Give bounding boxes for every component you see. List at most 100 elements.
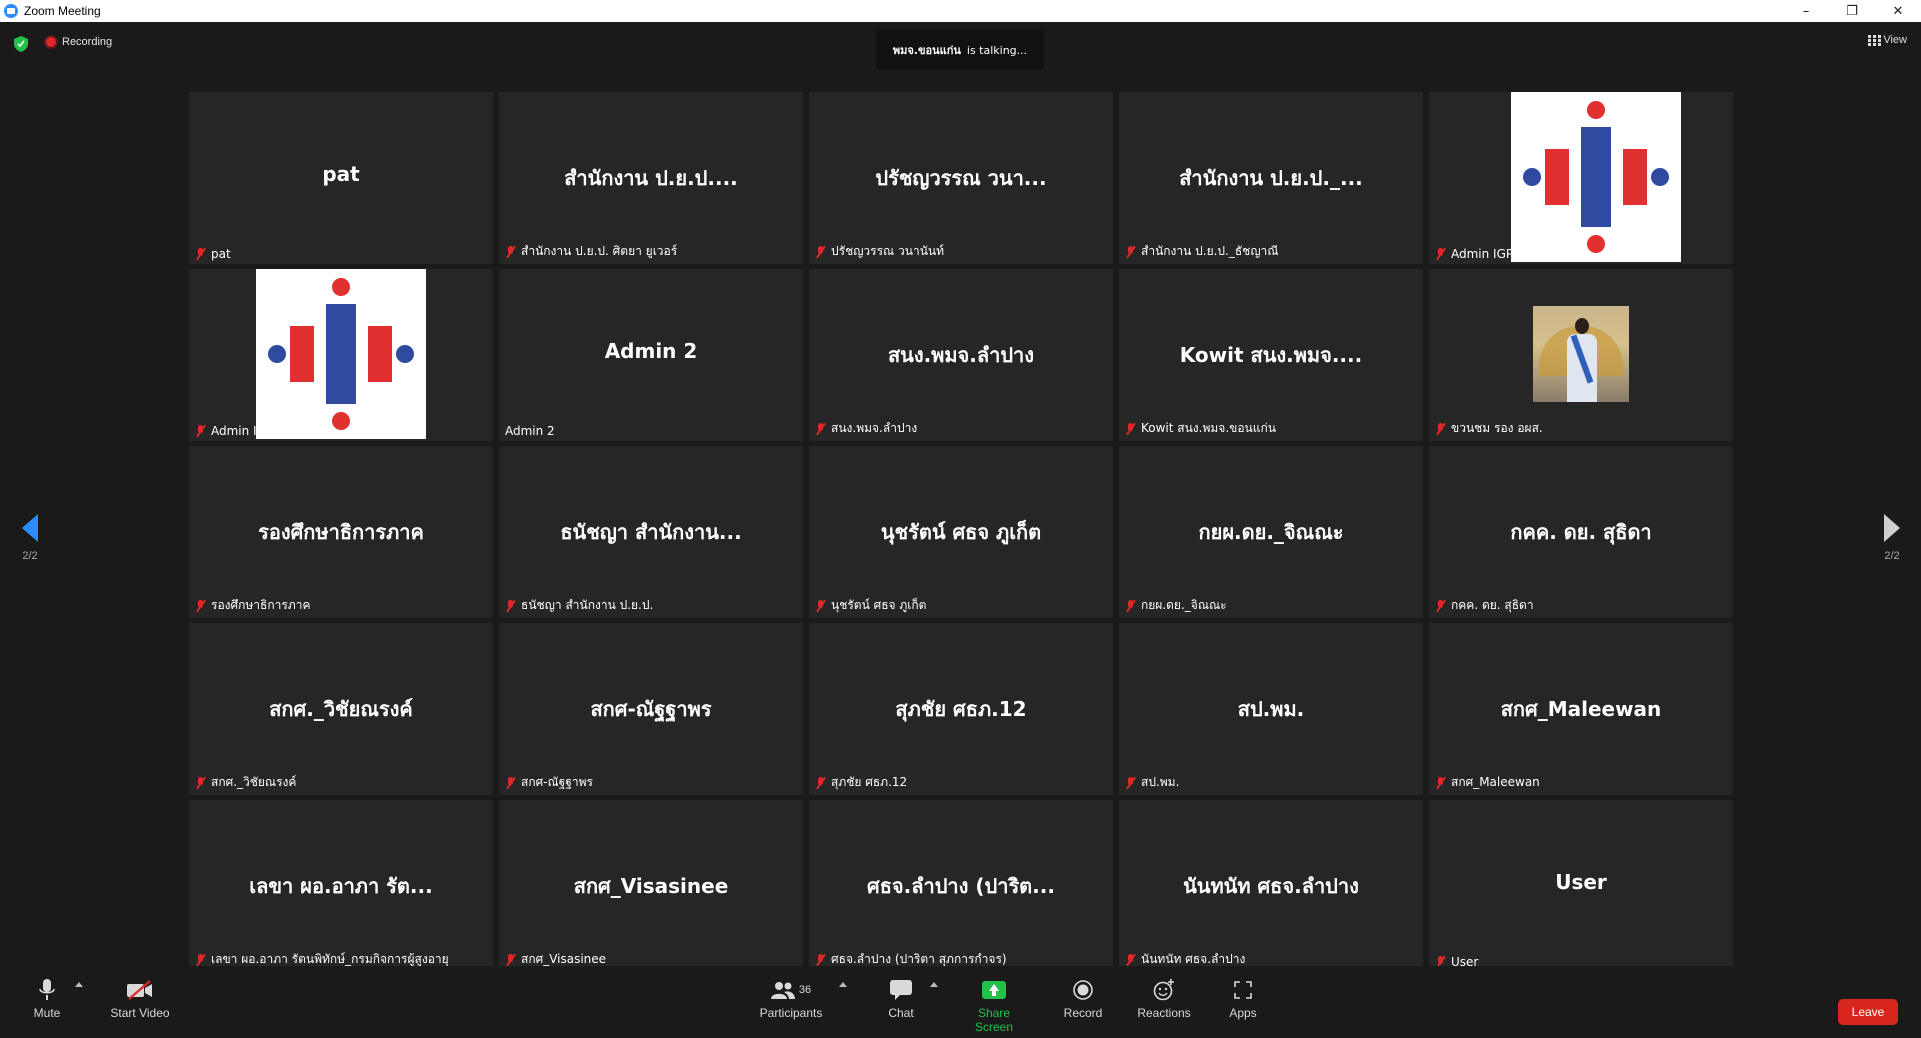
- participant-tile[interactable]: นุชรัตน์ ศธจ ภูเก็ต นุชรัตน์ ศธจ ภูเก็ต: [809, 446, 1113, 618]
- participant-name-label: สุภชัย ศธภ.12: [831, 775, 908, 789]
- start-video-button[interactable]: Start Video: [108, 978, 172, 1020]
- participant-tile[interactable]: Admin IGP: [189, 269, 493, 441]
- participant-name-label: ขวนชม รอง อผส.: [1451, 421, 1543, 435]
- mic-muted-icon: [1125, 776, 1136, 789]
- mic-muted-icon: [1125, 245, 1136, 258]
- participant-name-bar: ขวนชม รอง อผส.: [1431, 418, 1547, 439]
- record-button[interactable]: Record: [1063, 978, 1103, 1020]
- participant-display-name: สุภชัย ศธภ.12: [895, 697, 1027, 721]
- participant-tile[interactable]: Admin IGP Darat: [1429, 92, 1733, 264]
- participant-display-name: ปรัชญวรรณ วนา...: [875, 166, 1047, 190]
- participant-name-label: สกศ_Maleewan: [1451, 775, 1540, 789]
- arrow-right-icon: [1884, 514, 1900, 542]
- participant-tile[interactable]: ปรัชญวรรณ วนา... ปรัชญวรรณ วนานันท์: [809, 92, 1113, 264]
- apps-button[interactable]: Apps: [1228, 978, 1258, 1020]
- participant-name-bar: กคค. ดย. สุธิดา: [1431, 595, 1538, 616]
- arrow-left-icon: [22, 514, 38, 542]
- recording-dot-icon: [46, 37, 56, 47]
- recording-indicator[interactable]: Recording: [46, 36, 112, 48]
- participant-name-label: Admin IGP: [211, 424, 274, 438]
- participant-name-bar: pat: [191, 246, 235, 262]
- next-page-button[interactable]: 2/2: [1877, 514, 1907, 562]
- participant-tile[interactable]: สกศ._วิชัยณรงค์ สกศ._วิชัยณรงค์: [189, 623, 493, 795]
- previous-page-button[interactable]: 2/2: [15, 514, 45, 562]
- participant-display-name: สกศ-ณัฐฐาพร: [590, 697, 712, 721]
- participant-tile[interactable]: pat pat: [189, 92, 493, 264]
- participant-display-name: Admin 2: [604, 339, 698, 363]
- reactions-button[interactable]: Reactions: [1136, 978, 1192, 1020]
- start-video-label: Start Video: [110, 1006, 170, 1020]
- page-indicator-right: 2/2: [1884, 550, 1900, 562]
- mic-muted-icon: [505, 776, 516, 789]
- leave-button[interactable]: Leave: [1838, 999, 1898, 1025]
- mic-muted-icon: [1435, 248, 1446, 260]
- mic-muted-icon: [505, 599, 516, 612]
- close-button[interactable]: ✕: [1875, 0, 1921, 22]
- participant-profile-photo: [1533, 306, 1629, 402]
- participant-display-name: สำนักงาน ป.ย.ป....: [564, 166, 738, 190]
- participant-tile[interactable]: ธนัชญา สำนักงาน... ธนัชญา สำนักงาน ป.ย.ป.: [499, 446, 803, 618]
- encryption-shield-icon[interactable]: [14, 36, 28, 52]
- participant-tile[interactable]: กคค. ดย. สุธิดา กคค. ดย. สุธิดา: [1429, 446, 1733, 618]
- participant-tile[interactable]: เลขา ผอ.อาภา รัต... เลขา ผอ.อาภา รัตนพิทั…: [189, 800, 493, 972]
- participant-tile[interactable]: Admin 2 Admin 2: [499, 269, 803, 441]
- mic-muted-icon: [815, 245, 826, 258]
- participant-tile[interactable]: สกศ_Visasinee สกศ_Visasinee: [499, 800, 803, 972]
- mic-muted-icon: [1125, 599, 1136, 612]
- participant-name-bar: สกศ-ณัฐฐาพร: [501, 772, 597, 793]
- participant-tile[interactable]: สำนักงาน ป.ย.ป.... สำนักงาน ป.ย.ป. ศิตยา …: [499, 92, 803, 264]
- participant-tile[interactable]: สกศ-ณัฐฐาพร สกศ-ณัฐฐาพร: [499, 623, 803, 795]
- audio-options-caret-icon[interactable]: [75, 982, 83, 987]
- participant-display-name: กคค. ดย. สุธิดา: [1510, 520, 1652, 544]
- chat-label: Chat: [888, 1006, 914, 1020]
- participant-tile[interactable]: Kowit สนง.พมจ.... Kowit สนง.พมจ.ขอนแก่น: [1119, 269, 1423, 441]
- mute-button[interactable]: Mute: [32, 978, 62, 1020]
- participant-display-name: สนง.พมจ.ลำปาง: [887, 343, 1035, 367]
- active-speaker-suffix: is talking...: [966, 43, 1028, 57]
- view-button[interactable]: View: [1868, 34, 1907, 46]
- share-screen-button[interactable]: Share Screen: [958, 978, 1030, 1034]
- participant-tile[interactable]: สุภชัย ศธภ.12 สุภชัย ศธภ.12: [809, 623, 1113, 795]
- mic-muted-icon: [195, 425, 206, 437]
- participant-display-name: สกศ_Visasinee: [573, 874, 729, 898]
- mic-muted-icon: [1435, 599, 1446, 612]
- participant-tile[interactable]: รองศึกษาธิการภาค รองศึกษาธิการภาค: [189, 446, 493, 618]
- chat-button[interactable]: Chat: [886, 978, 916, 1020]
- participant-display-name: สกศ_Maleewan: [1500, 697, 1662, 721]
- share-screen-label: Share Screen: [974, 1006, 1014, 1034]
- participant-name-bar: สนง.พมจ.ลำปาง: [811, 418, 921, 439]
- participant-name-label: ธนัชญา สำนักงาน ป.ย.ป.: [521, 598, 654, 612]
- mic-muted-icon: [505, 245, 516, 258]
- participant-name-label: สำนักงาน ป.ย.ป._ธัชญาณี: [1141, 244, 1279, 258]
- participant-tile[interactable]: สป.พม. สป.พม.: [1119, 623, 1423, 795]
- participant-tile[interactable]: ขวนชม รอง อผส.: [1429, 269, 1733, 441]
- participant-tile[interactable]: User User: [1429, 800, 1733, 972]
- page-indicator-left: 2/2: [22, 550, 38, 562]
- participant-tile[interactable]: นันทนัท ศธจ.ลำปาง นันทนัท ศธจ.ลำปาง: [1119, 800, 1423, 972]
- chat-options-caret-icon[interactable]: [930, 982, 938, 987]
- participant-tile[interactable]: สกศ_Maleewan สกศ_Maleewan: [1429, 623, 1733, 795]
- participant-name-bar: Admin IGP Darat: [1431, 246, 1555, 262]
- participants-button[interactable]: 36 Participants: [758, 978, 824, 1020]
- participant-name-label: กยผ.ดย._จิณณะ: [1141, 598, 1227, 612]
- mic-muted-icon: [815, 776, 826, 789]
- participant-tile[interactable]: สำนักงาน ป.ย.ป._... สำนักงาน ป.ย.ป._ธัชญา…: [1119, 92, 1423, 264]
- participants-options-caret-icon[interactable]: [839, 982, 847, 987]
- participant-tile[interactable]: ศธจ.ลำปาง (ปาริต... ศธจ.ลำปาง (ปาริตา สุภ…: [809, 800, 1113, 972]
- participant-gallery: pat pat สำนักงาน ป.ย.ป.... สำนักงาน ป.ย.ป. …: [189, 92, 1733, 972]
- chat-icon: [886, 978, 916, 1002]
- participant-display-name: นุชรัตน์ ศธจ ภูเก็ต: [880, 520, 1042, 544]
- participant-tile[interactable]: กยผ.ดย._จิณณะ กยผ.ดย._จิณณะ: [1119, 446, 1423, 618]
- participant-name-bar: สกศ._วิชัยณรงค์: [191, 772, 300, 793]
- restore-button[interactable]: ❐: [1829, 0, 1875, 22]
- participant-name-bar: นุชรัตน์ ศธจ ภูเก็ต: [811, 595, 930, 616]
- participant-name-bar: Kowit สนง.พมจ.ขอนแก่น: [1121, 418, 1280, 439]
- participant-tile[interactable]: สนง.พมจ.ลำปาง สนง.พมจ.ลำปาง: [809, 269, 1113, 441]
- reactions-icon: [1136, 978, 1192, 1002]
- participant-name-label: Kowit สนง.พมจ.ขอนแก่น: [1141, 421, 1276, 435]
- participant-name-bar: กยผ.ดย._จิณณะ: [1121, 595, 1231, 616]
- participant-name-label: สนง.พมจ.ลำปาง: [831, 421, 918, 435]
- mic-muted-icon: [815, 953, 826, 966]
- active-speaker-name: พมจ.ขอนแก่น: [892, 44, 961, 57]
- minimize-button[interactable]: –: [1783, 0, 1829, 22]
